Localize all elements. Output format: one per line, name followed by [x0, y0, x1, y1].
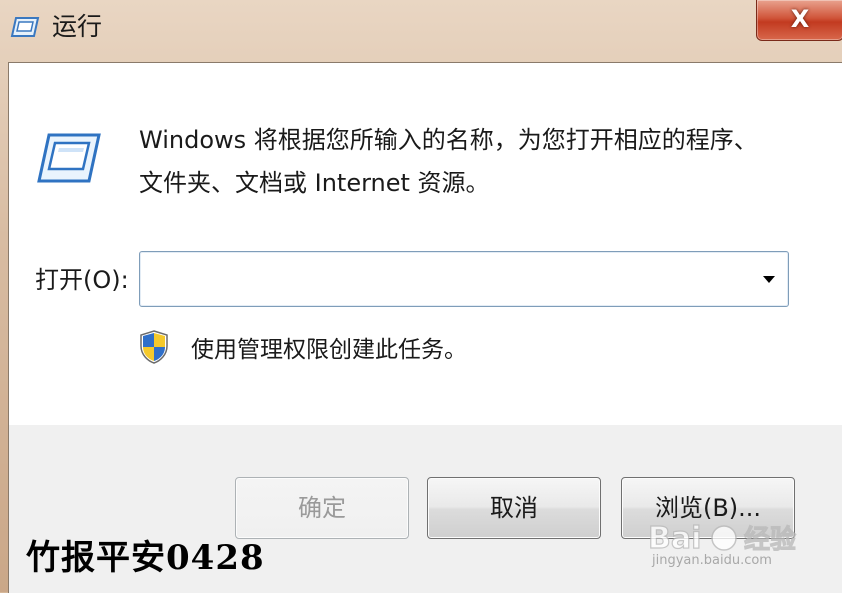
dialog-content-panel: Windows 将根据您所输入的名称，为您打开相应的程序、 文件夹、文档或 In… [9, 63, 842, 425]
ok-button[interactable]: 确定 [235, 477, 409, 539]
watermark-text: 竹报平安0428 [26, 538, 265, 578]
cancel-button[interactable]: 取消 [427, 477, 601, 539]
uac-shield-icon [139, 329, 169, 365]
description-line-2: 文件夹、文档或 Internet 资源。 [139, 169, 490, 197]
svg-text:经验: 经验 [744, 524, 796, 555]
baidu-url-text: jingyan.baidu.com [652, 553, 772, 568]
open-label: 打开(O): [35, 266, 129, 294]
open-input[interactable] [146, 258, 740, 302]
open-combobox[interactable] [139, 251, 789, 307]
svg-text:Bai: Bai [648, 521, 701, 556]
close-icon: X [790, 5, 810, 33]
description-line-1: Windows 将根据您所输入的名称，为您打开相应的程序、 [139, 126, 758, 154]
run-icon [37, 131, 101, 185]
title-bar[interactable]: 运行 X [0, 0, 842, 58]
run-icon [10, 16, 40, 38]
admin-note: 使用管理权限创建此任务。 [191, 337, 467, 363]
dialog-description: Windows 将根据您所输入的名称，为您打开相应的程序、 文件夹、文档或 In… [139, 119, 799, 205]
close-button[interactable]: X [756, 0, 842, 41]
run-dialog-window: 运行 X Windows 将根据您所输入的名称，为您打开相应的程序、 文件夹、文… [0, 0, 842, 593]
dropdown-arrow-icon[interactable] [758, 268, 780, 290]
window-title: 运行 [52, 12, 103, 41]
